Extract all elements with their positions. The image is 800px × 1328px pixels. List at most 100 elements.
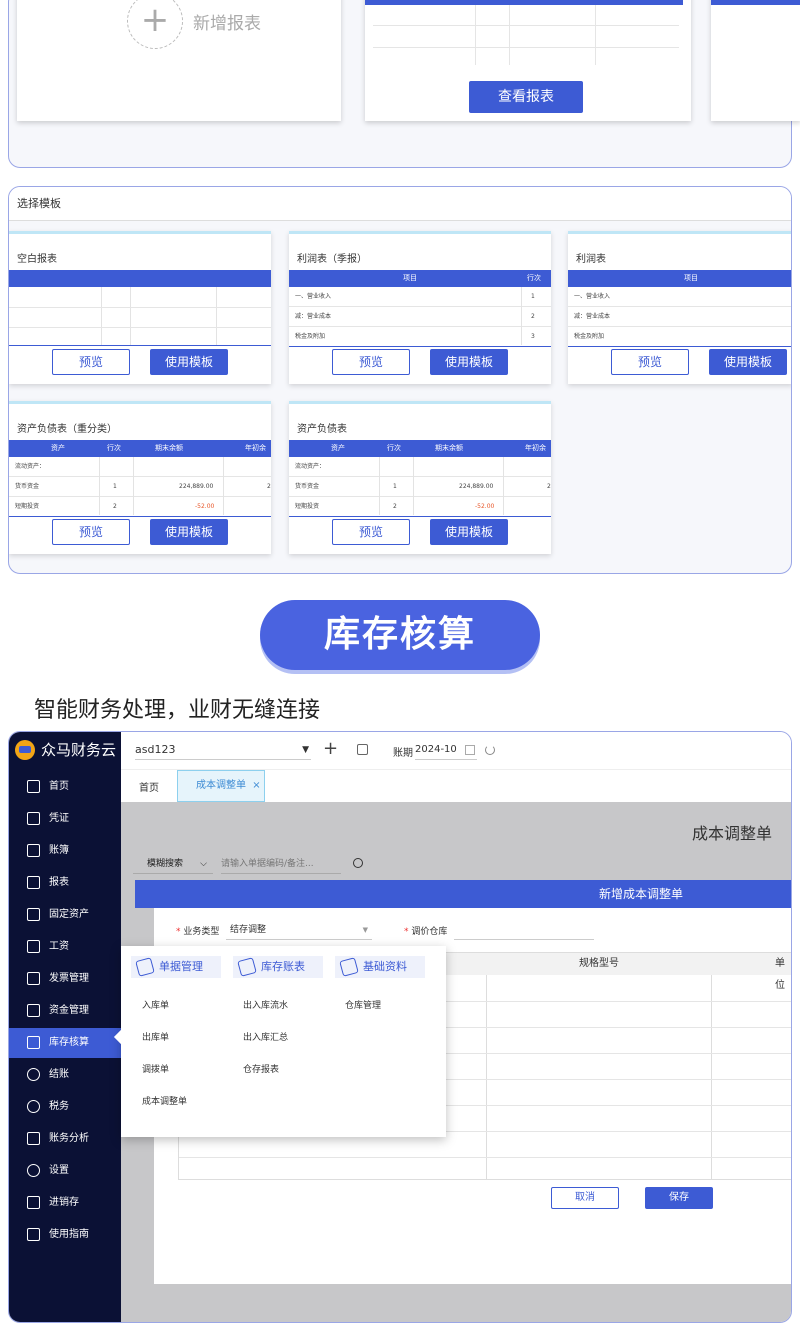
table-row: 短期投资 2 -52.00 <box>289 497 551 517</box>
preview-button[interactable]: 预览 <box>332 519 410 545</box>
report-card-partial <box>711 0 800 121</box>
report-panel: + 新增报表 查看报表 <box>8 0 800 168</box>
table-row: 货币资金 1 224,889.00 2 <box>9 477 271 497</box>
report-icon <box>27 876 40 889</box>
stock-icon <box>27 1196 40 1209</box>
table-row: 流动资产： <box>289 457 551 477</box>
template-title: 资产负债表 <box>297 424 347 435</box>
add-report-card[interactable]: + 新增报表 <box>17 0 341 121</box>
sidebar-item-invoice[interactable]: 发票管理 <box>9 964 121 994</box>
plus-icon[interactable]: + <box>127 0 183 49</box>
account-select[interactable]: asd123 ▼ <box>135 740 311 760</box>
sidebar-item-tax[interactable]: 税务 <box>9 1092 121 1122</box>
preview-button[interactable]: 预览 <box>332 349 410 375</box>
logo-icon <box>15 740 35 760</box>
search-icon[interactable] <box>353 858 363 868</box>
add-report-label: 新增报表 <box>193 14 261 34</box>
database-icon <box>339 957 359 977</box>
use-template-button[interactable]: 使用模板 <box>430 349 508 375</box>
cancel-button[interactable]: 取消 <box>551 1187 619 1209</box>
add-icon[interactable]: + <box>323 738 338 760</box>
flyout-item-summary[interactable]: 出入库汇总 <box>243 1030 288 1043</box>
sidebar-item-asset[interactable]: 固定资产 <box>9 900 121 930</box>
period-input[interactable]: 2024-10 <box>415 740 477 760</box>
tab-bar: 首页 成本调整单 × <box>121 770 791 802</box>
table-row: 税金及附加 3 <box>289 327 551 347</box>
warehouse-select[interactable] <box>454 920 594 940</box>
template-card-balance: 资产负债表 资产 行次 期末余额 年初余 流动资产： 货币资金 1 224,889.… <box>289 401 551 554</box>
sidebar-item-report[interactable]: 报表 <box>9 868 121 898</box>
preview-button[interactable]: 预览 <box>52 349 130 375</box>
section-heading: 库存核算 <box>260 600 540 670</box>
flyout-item-stock-out[interactable]: 出库单 <box>142 1030 169 1043</box>
caret-down-icon: ▼ <box>362 926 368 934</box>
template-card-balance-reclass: 资产负债表（重分类） 资产 行次 期末余额 年初余 流动资产： 货币资金 1 224… <box>9 401 271 554</box>
use-template-button[interactable]: 使用模板 <box>709 349 787 375</box>
report-card: 查看报表 <box>365 0 691 121</box>
flyout-group-documents: 单据管理 <box>131 956 221 978</box>
preview-button[interactable]: 预览 <box>52 519 130 545</box>
flyout-item-cost-adjustment[interactable]: 成本调整单 <box>142 1094 187 1107</box>
template-panel: 选择模板 空白报表 预览 使用模板 利润表（季报） 项目 行次 一、营业收入 1 … <box>8 186 792 574</box>
dialog-title: 新增成本调整单 <box>154 880 791 908</box>
asset-icon <box>27 908 40 921</box>
template-title: 空白报表 <box>17 254 57 265</box>
template-title: 资产负债表（重分类） <box>17 424 117 435</box>
flyout-item-warehouse[interactable]: 仓库管理 <box>345 998 381 1011</box>
column-header: 行次 <box>527 274 541 282</box>
template-panel-title: 选择模板 <box>9 187 791 221</box>
flyout-item-stock-in[interactable]: 入库单 <box>142 998 169 1011</box>
section-subtitle: 智能财务处理，业财无缝连接 <box>34 698 321 723</box>
sidebar-item-home[interactable]: 首页 <box>9 772 121 802</box>
table-row: 短期投资 2 -52.00 <box>9 497 271 517</box>
use-template-button[interactable]: 使用模板 <box>150 519 228 545</box>
sidebar-item-inventory[interactable]: 库存核算 <box>9 1028 121 1058</box>
table-row: 流动资产： <box>9 457 271 477</box>
tab-home[interactable]: 首页 <box>139 779 159 794</box>
business-type-select[interactable]: 结存调整 ▼ <box>226 920 372 940</box>
table-row: 货币资金 1 224,889.00 2 <box>289 477 551 497</box>
analysis-icon <box>27 1132 40 1145</box>
tab-cost-adjustment[interactable]: 成本调整单 × <box>177 770 265 802</box>
search-mode-select[interactable]: 模糊搜索 ⌵ <box>133 854 213 874</box>
sidebar-item-stock[interactable]: 进销存 <box>9 1188 121 1218</box>
account-select-value: asd123 <box>135 743 176 756</box>
sidebar-item-ledger[interactable]: 账簿 <box>9 836 121 866</box>
table-row: 一、营业收入 <box>568 287 791 307</box>
grid-icon[interactable] <box>357 744 368 755</box>
voucher-icon <box>27 812 40 825</box>
search-input[interactable]: 请输入单据编码/备注... <box>221 854 341 874</box>
close-icon[interactable]: × <box>252 780 260 791</box>
fund-icon <box>27 1004 40 1017</box>
column-header: 规格型号 <box>579 958 619 969</box>
table-header <box>9 270 271 287</box>
flyout-group-inventory-reports: 库存账表 <box>233 956 323 978</box>
preview-button[interactable]: 预览 <box>611 349 689 375</box>
sidebar-item-salary[interactable]: 工资 <box>9 932 121 962</box>
chart-icon <box>237 957 257 977</box>
warehouse-label: * 调价仓库 <box>404 927 448 937</box>
sidebar-item-fund[interactable]: 资金管理 <box>9 996 121 1026</box>
table-header: 资产 行次 期末余额 年初余 <box>289 440 551 457</box>
sidebar-item-guide[interactable]: 使用指南 <box>9 1220 121 1250</box>
use-template-button[interactable]: 使用模板 <box>430 519 508 545</box>
calendar-icon <box>465 745 475 755</box>
sidebar: 众马财务云 首页 凭证 账簿 报表 固定资产 工资 发票管理 资金管理 库存核算… <box>9 732 121 1322</box>
flyout-item-stock-report[interactable]: 仓存报表 <box>243 1062 279 1075</box>
template-card-blank: 空白报表 预览 使用模板 <box>9 231 271 384</box>
period-label: 账期 <box>393 748 413 759</box>
use-template-button[interactable]: 使用模板 <box>150 349 228 375</box>
refresh-icon[interactable] <box>485 745 495 755</box>
flyout-item-transfer[interactable]: 调拨单 <box>142 1062 169 1075</box>
sidebar-item-closing[interactable]: 结账 <box>9 1060 121 1090</box>
save-button[interactable]: 保存 <box>645 1187 713 1209</box>
sidebar-item-settings[interactable]: 设置 <box>9 1156 121 1186</box>
sidebar-item-analysis[interactable]: 账务分析 <box>9 1124 121 1154</box>
flyout-item-flow[interactable]: 出入库流水 <box>243 998 288 1011</box>
view-report-button[interactable]: 查看报表 <box>469 81 583 113</box>
sidebar-item-voucher[interactable]: 凭证 <box>9 804 121 834</box>
chevron-down-icon: ⌵ <box>200 859 207 869</box>
template-card-profit: 利润表 项目 一、营业收入 减：营业成本 税金及附加 预览 使用模板 <box>568 231 791 384</box>
caret-down-icon: ▼ <box>302 745 309 755</box>
guide-icon <box>27 1228 40 1241</box>
